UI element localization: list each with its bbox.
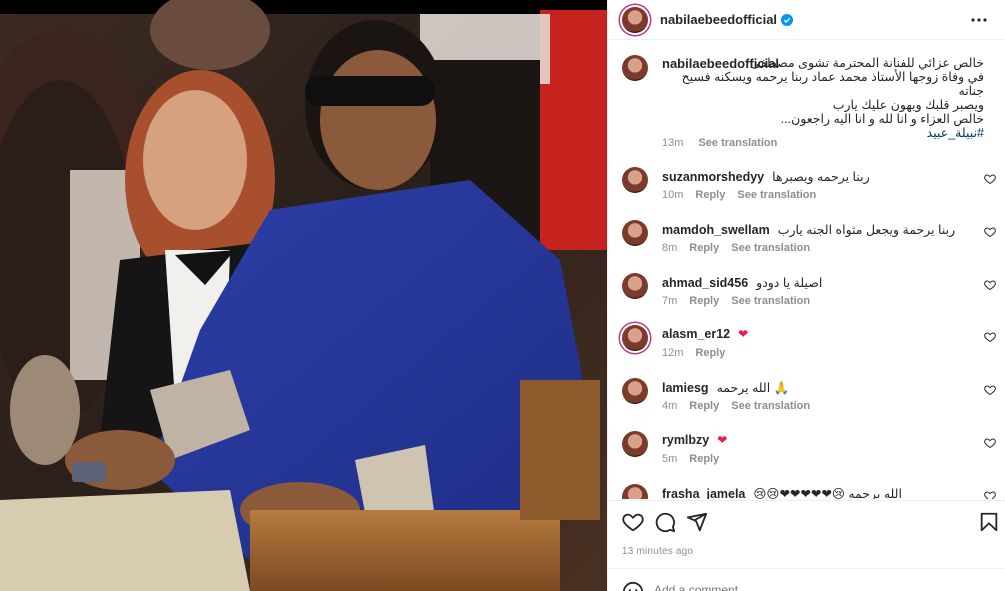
caption-line: في وفاة زوجها الأستاذ محمد عماد ربنا يرح…	[681, 70, 984, 98]
comment-text: ❤	[717, 433, 728, 447]
bookmark-icon[interactable]	[978, 511, 1000, 533]
see-translation-link[interactable]: See translation	[731, 242, 810, 254]
photo-illustration	[0, 0, 607, 591]
heart-icon[interactable]	[984, 173, 996, 185]
add-comment-bar	[608, 568, 1005, 591]
comment-icon[interactable]	[654, 511, 676, 533]
reply-button[interactable]: Reply	[689, 453, 719, 465]
comment-row: lamiesg 🙏 الله يرحمه 4m Reply See translati…	[622, 378, 996, 428]
caption-text: خالص عزائي للفنانة المحترمة تشوى مصطفى ف…	[664, 56, 984, 140]
comment-text: ❤	[738, 327, 749, 341]
caption-line: خالص عزائي للفنانة المحترمة تشوى مصطفى	[750, 56, 984, 70]
reply-button[interactable]: Reply	[689, 295, 719, 307]
reply-button[interactable]: Reply	[695, 189, 725, 201]
comment-text: ربنا يرحمة ويجعل مثواه الجنه يارب	[777, 223, 956, 237]
heart-icon[interactable]	[984, 490, 996, 499]
comment-text: ربنا يرحمه ويصبرها	[772, 170, 870, 184]
comment-username[interactable]: mamdoh_swellam	[662, 223, 770, 237]
post-timestamp: 13 minutes ago	[622, 546, 694, 557]
heart-icon[interactable]	[984, 279, 996, 291]
post-panel: nabilaebeedofficial nabilaebeedofficial …	[607, 0, 1005, 591]
comment-text: 🙏 الله يرحمه	[716, 381, 790, 395]
caption-meta: 13m See translation	[662, 137, 777, 149]
comment-avatar[interactable]	[622, 484, 648, 499]
heart-icon[interactable]	[984, 331, 996, 343]
share-icon[interactable]	[686, 511, 708, 533]
reply-button[interactable]: Reply	[689, 242, 719, 254]
comment-username[interactable]: frasha_jamela	[662, 487, 745, 499]
comment-avatar[interactable]	[622, 167, 648, 193]
reply-button[interactable]: Reply	[689, 400, 719, 412]
comment-username[interactable]: lamiesg	[662, 381, 709, 395]
post-photo[interactable]	[0, 0, 607, 591]
see-translation-link[interactable]: See translation	[737, 189, 816, 201]
comment-avatar[interactable]	[622, 378, 648, 404]
heart-icon[interactable]	[984, 384, 996, 396]
comment-avatar[interactable]	[622, 273, 648, 299]
comment-row: suzanmorshedyy ربنا يرحمه ويصبرها 10m Repl…	[622, 167, 996, 217]
add-comment-input[interactable]	[654, 583, 954, 591]
comment-username[interactable]: ahmad_sid456	[662, 276, 748, 290]
heart-icon[interactable]	[622, 511, 644, 533]
heart-icon[interactable]	[984, 437, 996, 449]
comment-row: ahmad_sid456 اصيلة يا دودو 7m Reply See tra…	[622, 273, 996, 323]
see-translation-link[interactable]: See translation	[731, 400, 810, 412]
comment-time: 7m	[662, 295, 678, 307]
avatar[interactable]	[622, 6, 648, 33]
caption-line: خالص العزاء و انا لله و انا اليه راجعون.…	[780, 112, 984, 126]
comments-list[interactable]: nabilaebeedofficial خالص عزائي للفنانة ا…	[608, 41, 1005, 499]
comment-row: rymlbzy ❤ 5m Reply	[622, 431, 996, 481]
comment-avatar[interactable]	[622, 220, 648, 246]
comment-time: 4m	[662, 400, 678, 412]
comment-row: mamdoh_swellam ربنا يرحمة ويجعل مثواه الج…	[622, 220, 996, 270]
comment-avatar[interactable]	[622, 431, 648, 457]
comment-time: 10m	[662, 189, 684, 201]
heart-icon[interactable]	[984, 226, 996, 238]
comment-text: اصيلة يا دودو	[756, 276, 823, 290]
caption-time[interactable]: 13m	[662, 137, 683, 149]
comment-time: 5m	[662, 453, 678, 465]
header-username[interactable]: nabilaebeedofficial	[660, 12, 777, 27]
comment-row: frasha_jamela الله يرحمه 😢❤❤❤❤❤😢😢	[622, 484, 996, 499]
reply-button[interactable]: Reply	[695, 347, 725, 359]
comment-time: 12m	[662, 347, 684, 359]
action-bar	[608, 500, 1005, 550]
comment-row: alasm_er12 ❤ 12m Reply	[622, 325, 996, 375]
comment-text: الله يرحمه 😢❤❤❤❤❤😢😢	[753, 487, 902, 499]
smile-icon[interactable]	[622, 581, 644, 591]
comment-username[interactable]: rymlbzy	[662, 433, 709, 447]
caption-line: ويصبر قلبك ويهون عليك يارب	[832, 98, 984, 112]
see-translation-link[interactable]: See translation	[698, 137, 777, 149]
caption-avatar[interactable]	[622, 55, 648, 81]
verified-icon	[781, 13, 794, 26]
see-translation-link[interactable]: See translation	[731, 295, 810, 307]
post-header: nabilaebeedofficial	[608, 0, 1005, 40]
more-icon[interactable]	[970, 12, 988, 28]
comment-time: 8m	[662, 242, 678, 254]
comment-username[interactable]: alasm_er12	[662, 327, 730, 341]
comment-avatar[interactable]	[622, 325, 648, 351]
comment-username[interactable]: suzanmorshedyy	[662, 170, 764, 184]
